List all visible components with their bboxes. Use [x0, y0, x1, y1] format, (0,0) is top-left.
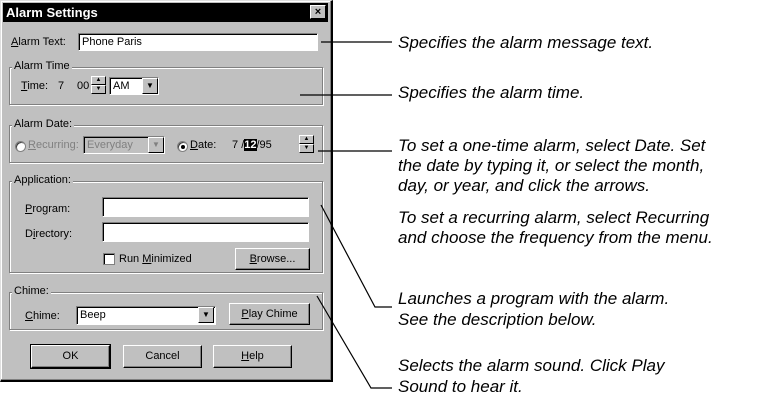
- annotation-date-line1: To set a one-time alarm, select Date. Se…: [398, 136, 706, 155]
- leader-line-application: [320, 204, 392, 308]
- annotation-alarm-time: Specifies the alarm time.: [398, 83, 585, 102]
- leader-line-chime: [316, 295, 392, 389]
- annotation-app-line1: Launches a program with the alarm.: [398, 289, 670, 308]
- annotation-date-line3: day, or year, and click the arrows.: [398, 176, 650, 195]
- leader-lines: [300, 41, 392, 389]
- annotation-date-line2: the date by typing it, or select the mon…: [398, 156, 705, 175]
- annotation-chime-line1: Selects the alarm sound. Click Play: [398, 356, 665, 375]
- annotation-alarm-text: Specifies the alarm message text.: [398, 33, 654, 52]
- annotation-recur-line1: To set a recurring alarm, select Recurri…: [398, 208, 710, 227]
- annotation-app-line2: See the description below.: [398, 310, 597, 329]
- annotation-chime-line2: Sound to hear it.: [398, 377, 523, 396]
- annotation-recur-line2: and choose the frequency from the menu.: [398, 228, 713, 247]
